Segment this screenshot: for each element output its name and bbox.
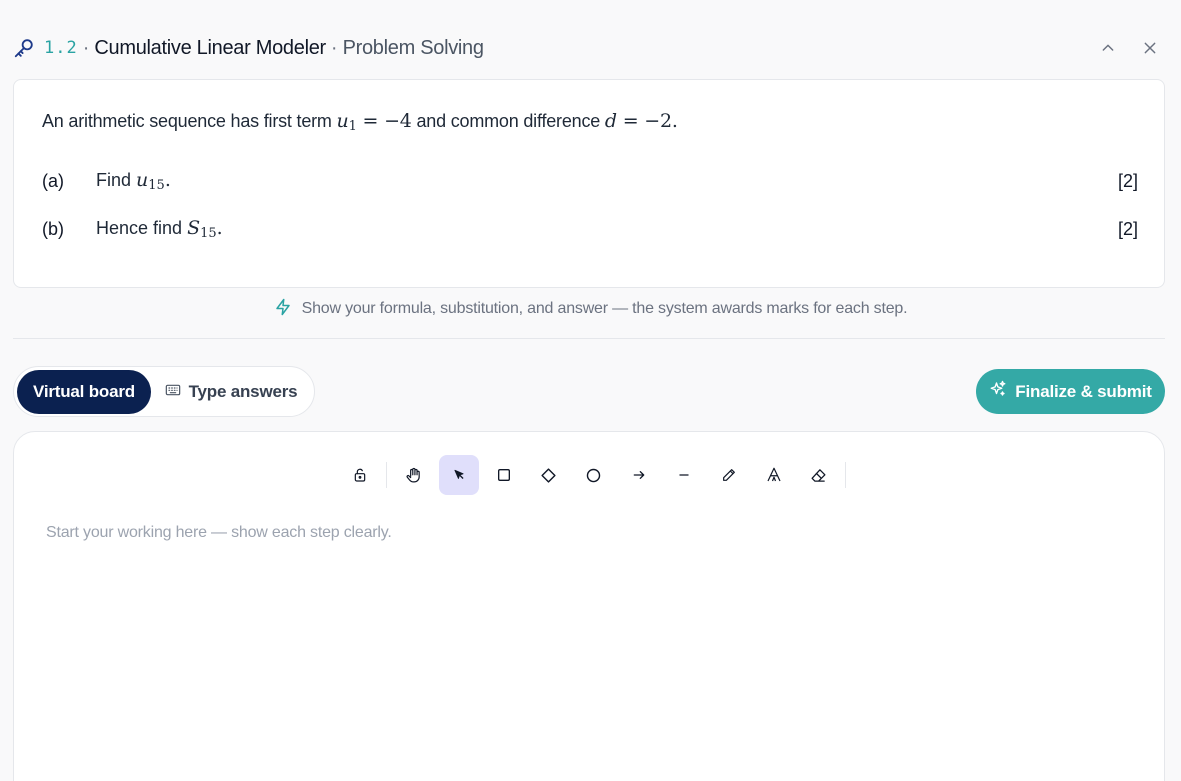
stem-first-term: u1 = −4: [336, 110, 412, 134]
answer-mode-tabs: Virtual board Type answers: [13, 366, 315, 417]
virtual-board-canvas[interactable]: Start your working here — show each step…: [13, 431, 1165, 781]
rectangle-icon[interactable]: [484, 455, 524, 495]
text-icon[interactable]: [754, 455, 794, 495]
tab-type-answers[interactable]: Type answers: [151, 370, 311, 414]
keyboard-icon: [165, 382, 181, 402]
tab-label: Virtual board: [33, 381, 135, 401]
eraser-icon[interactable]: [799, 455, 839, 495]
question-part-a: (a) Find u15. [2]: [42, 167, 1138, 195]
close-icon[interactable]: [1140, 36, 1160, 60]
hint-text: Show your formula, substitution, and ans…: [301, 300, 908, 317]
part-label: (b): [42, 218, 64, 239]
hand-icon[interactable]: [394, 455, 434, 495]
hint: Show your formula, substitution, and ans…: [0, 296, 1181, 322]
ellipse-icon[interactable]: [574, 455, 614, 495]
part-marks: [2]: [1117, 170, 1138, 191]
stem-text: An arithmetic sequence has first term: [42, 111, 332, 131]
part-text: Hence find S15.: [96, 217, 223, 241]
header-separator: ·: [82, 36, 90, 59]
header: 1.2 · Cumulative Linear Modeler · Proble…: [12, 30, 1170, 66]
part-text: Find u15.: [96, 169, 171, 193]
key-icon: [12, 36, 36, 60]
stem-text-2: and common difference: [416, 111, 601, 131]
toolbar-separator: [845, 462, 846, 488]
finalize-submit-button[interactable]: Finalize & submit: [976, 369, 1165, 414]
lock-icon[interactable]: [340, 455, 380, 495]
question-title: Cumulative Linear Modeler: [94, 36, 326, 59]
diamond-icon[interactable]: [529, 455, 569, 495]
tab-virtual-board[interactable]: Virtual board: [17, 369, 151, 414]
question-subtitle: Problem Solving: [342, 36, 484, 59]
question-card: An arithmetic sequence has first term u1…: [13, 79, 1165, 288]
chevron-up-icon[interactable]: [1098, 36, 1118, 60]
part-label: (a): [42, 170, 64, 191]
part-marks: [2]: [1117, 218, 1138, 239]
divider: [13, 338, 1165, 339]
lightning-icon: [274, 298, 292, 321]
question-number: 1.2: [44, 38, 78, 58]
question-stem: An arithmetic sequence has first term u1…: [42, 110, 678, 134]
drawing-toolbar: [337, 454, 850, 496]
pencil-icon[interactable]: [709, 455, 749, 495]
line-icon[interactable]: [664, 455, 704, 495]
tab-label: Type answers: [188, 381, 298, 401]
arrow-icon[interactable]: [619, 455, 659, 495]
board-placeholder: Start your working here — show each step…: [46, 524, 392, 541]
question-part-b: (b) Hence find S15. [2]: [42, 215, 1138, 243]
toolbar-separator: [386, 462, 387, 488]
submit-label: Finalize & submit: [1015, 381, 1152, 401]
sparkles-icon: [989, 380, 1007, 403]
stem-common-difference: d = −2.: [604, 110, 678, 132]
pointer-icon[interactable]: [438, 455, 479, 495]
header-separator-2: ·: [330, 36, 338, 59]
